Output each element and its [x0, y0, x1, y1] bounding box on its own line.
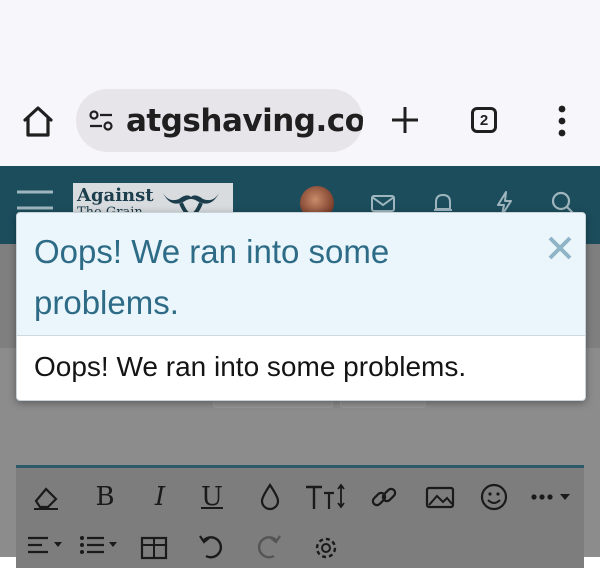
- list-icon[interactable]: [78, 530, 122, 562]
- text-size-icon[interactable]: [304, 481, 352, 513]
- text-editor: B I U: [16, 465, 584, 568]
- dialog-header: Oops! We ran into some problems.: [17, 213, 585, 336]
- hamburger-menu-icon[interactable]: [17, 189, 53, 211]
- bold-button[interactable]: B: [89, 481, 121, 513]
- dialog-title: Oops! We ran into some problems.: [34, 233, 390, 321]
- underline-button[interactable]: U: [196, 481, 228, 513]
- underline-label: U: [201, 482, 223, 512]
- more-tools-icon[interactable]: [528, 481, 574, 513]
- table-icon[interactable]: [138, 530, 170, 562]
- image-icon[interactable]: [424, 481, 456, 513]
- bold-label: B: [95, 482, 115, 512]
- new-tab-icon[interactable]: [389, 104, 421, 136]
- site-settings-icon[interactable]: [88, 109, 114, 133]
- more-options-icon[interactable]: [552, 104, 572, 138]
- close-icon[interactable]: [545, 233, 575, 263]
- italic-label: I: [154, 482, 166, 512]
- address-bar[interactable]: atgshaving.com: [76, 89, 363, 152]
- logo-text: Against: [77, 185, 154, 206]
- gear-icon[interactable]: [310, 530, 342, 562]
- error-dialog: Oops! We ran into some problems. Oops! W…: [16, 212, 586, 401]
- undo-icon[interactable]: [196, 530, 228, 562]
- dialog-message: Oops! We ran into some problems.: [34, 351, 467, 382]
- url-text[interactable]: atgshaving.com: [126, 103, 363, 139]
- emoji-icon[interactable]: [478, 481, 510, 513]
- color-drop-icon[interactable]: [254, 481, 286, 513]
- eraser-icon[interactable]: [30, 481, 62, 513]
- italic-button[interactable]: I: [144, 481, 176, 513]
- home-icon[interactable]: [20, 104, 56, 140]
- redo-icon: [257, 535, 281, 559]
- link-icon[interactable]: [368, 481, 400, 513]
- tab-switcher-button[interactable]: 2: [471, 107, 497, 133]
- tab-count: 2: [479, 111, 489, 129]
- align-icon[interactable]: [26, 530, 68, 562]
